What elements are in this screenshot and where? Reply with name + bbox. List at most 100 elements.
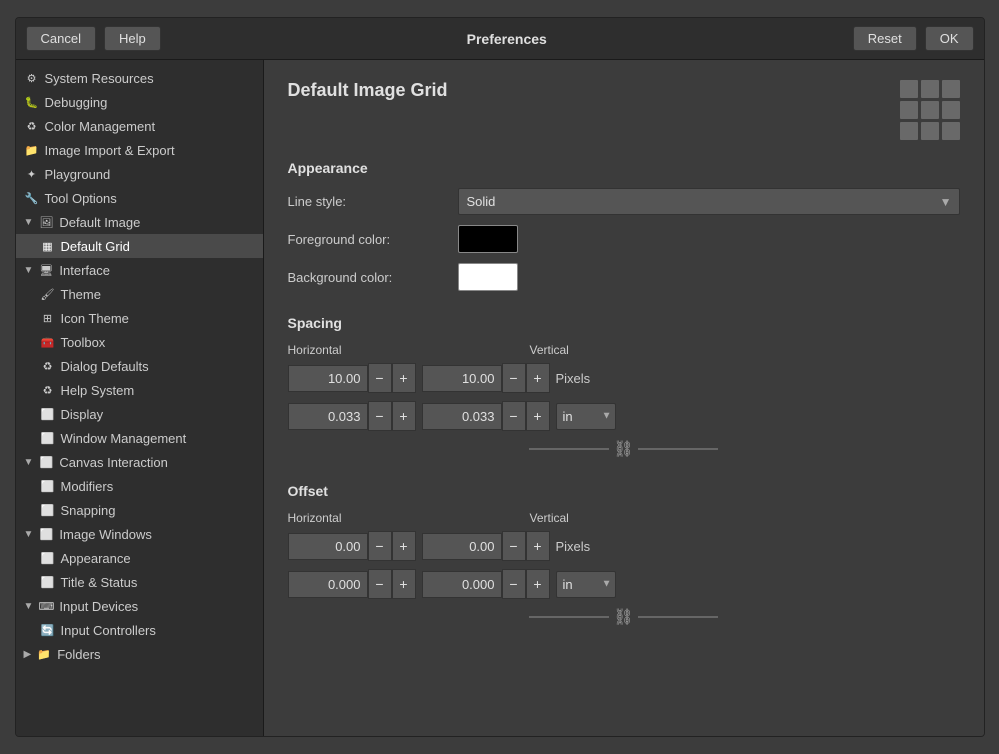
offset-v-pixels-increment[interactable]: + [526,531,550,561]
sidebar-item-default-image[interactable]: ▼ 🖼 Default Image [16,210,263,234]
sidebar-item-label: Interface [59,263,110,278]
expand-arrow-icon: ▼ [24,529,34,540]
offset-v-unit-decrement[interactable]: − [502,569,526,599]
offset-h-unit-decrement[interactable]: − [368,569,392,599]
sidebar-item-input-controllers[interactable]: 🔄 Input Controllers [16,618,263,642]
line-style-select[interactable]: Solid Dashed Dotted [458,188,960,215]
sidebar-item-label: Folders [57,647,100,662]
sidebar-item-icon-theme[interactable]: ⊞ Icon Theme [16,306,263,330]
spacing-h-unit-input[interactable] [288,403,368,430]
sidebar-item-debugging[interactable]: 🐛 Debugging [16,90,263,114]
foreground-color-label: Foreground color: [288,232,448,247]
sidebar-item-theme[interactable]: 🖌 Theme [16,282,263,306]
sidebar-item-title-status[interactable]: ⬜ Title & Status [16,570,263,594]
sidebar-item-label: Canvas Interaction [59,455,167,470]
ok-button[interactable]: OK [925,26,974,51]
spacing-unit-select[interactable]: in px mm [556,403,616,430]
system-resources-icon: ⚙ [24,70,40,86]
spacing-v-pixels-increment[interactable]: + [526,363,550,393]
spacing-h-pixels-input[interactable] [288,365,368,392]
input-controllers-icon: 🔄 [40,622,56,638]
offset-h-unit-input[interactable] [288,571,368,598]
background-color-row: Background color: [288,263,960,291]
sidebar-item-label: Display [61,407,104,422]
sidebar-item-tool-options[interactable]: 🔧 Tool Options [16,186,263,210]
grid-cell [942,80,960,98]
sidebar-item-input-devices[interactable]: ▼ ⌨ Input Devices [16,594,263,618]
expand-arrow-icon: ▼ [24,457,34,468]
sidebar-item-label: Title & Status [61,575,138,590]
sidebar-item-display[interactable]: ⬜ Display [16,402,263,426]
sidebar-item-label: Default Grid [61,239,130,254]
offset-h-unit-group: − + [288,569,416,599]
sidebar-item-system-resources[interactable]: ⚙ System Resources [16,66,263,90]
spacing-h-unit-increment[interactable]: + [392,401,416,431]
offset-h-pixels-decrement[interactable]: − [368,531,392,561]
help-button[interactable]: Help [104,26,161,51]
spacing-pixels-row: − + − + Pixels [288,363,960,393]
foreground-color-row: Foreground color: [288,225,960,253]
sidebar-item-canvas-interaction[interactable]: ▼ ⬜ Canvas Interaction [16,450,263,474]
sidebar-item-modifiers[interactable]: ⬜ Modifiers [16,474,263,498]
offset-v-unit-input[interactable] [422,571,502,598]
foreground-color-button[interactable] [458,225,518,253]
sidebar-item-label: Window Management [61,431,187,446]
offset-unit-row: − + − + in px mm ▼ [288,569,960,599]
sidebar-item-playground[interactable]: ✦ Playground [16,162,263,186]
sidebar-item-label: Image Import & Export [45,143,175,158]
appearance-icon: ⬜ [40,550,56,566]
spacing-v-unit-input[interactable] [422,403,502,430]
offset-unit-select[interactable]: in px mm [556,571,616,598]
offset-h-unit-increment[interactable]: + [392,569,416,599]
appearance-section-title: Appearance [288,160,960,176]
cancel-button[interactable]: Cancel [26,26,96,51]
canvas-interaction-icon: ⬜ [38,454,54,470]
window-management-icon: ⬜ [40,430,56,446]
grid-cell [921,101,939,119]
offset-v-pixels-input[interactable] [422,533,502,560]
sidebar-item-dialog-defaults[interactable]: ♻ Dialog Defaults [16,354,263,378]
sidebar-item-image-import-export[interactable]: 📁 Image Import & Export [16,138,263,162]
sidebar-item-color-management[interactable]: ♻ Color Management [16,114,263,138]
sidebar-item-toolbox[interactable]: 🧰 Toolbox [16,330,263,354]
spacing-v-unit-increment[interactable]: + [526,401,550,431]
default-image-icon: 🖼 [38,214,54,230]
toolbox-icon: 🧰 [40,334,56,350]
interface-icon: 🖥 [38,262,54,278]
dialog-defaults-icon: ♻ [40,358,56,374]
input-devices-icon: ⌨ [38,598,54,614]
debugging-icon: 🐛 [24,94,40,110]
offset-h-pixels-input[interactable] [288,533,368,560]
spacing-h-pixels-decrement[interactable]: − [368,363,392,393]
spacing-v-pixels-input[interactable] [422,365,502,392]
sidebar-item-folders[interactable]: ▶ 📁 Folders [16,642,263,666]
offset-v-pixels-decrement[interactable]: − [502,531,526,561]
expand-arrow-icon: ▼ [24,217,34,228]
sidebar-item-label: Icon Theme [61,311,129,326]
link-chain-icon[interactable]: ⛓ [613,439,633,459]
offset-v-unit-increment[interactable]: + [526,569,550,599]
modifiers-icon: ⬜ [40,478,56,494]
sidebar-item-appearance[interactable]: ⬜ Appearance [16,546,263,570]
offset-section: Offset Horizontal Vertical − + [288,483,960,627]
grid-cell [942,101,960,119]
horizontal-col-header: Horizontal [288,343,368,357]
sidebar-item-snapping[interactable]: ⬜ Snapping [16,498,263,522]
sidebar-item-help-system[interactable]: ♻ Help System [16,378,263,402]
offset-h-pixels-increment[interactable]: + [392,531,416,561]
titlebar: Cancel Help Preferences Reset OK [16,18,984,60]
spacing-unit-row: − + − + in px mm ▼ [288,401,960,431]
spacing-v-unit-decrement[interactable]: − [502,401,526,431]
spacing-h-pixels-increment[interactable]: + [392,363,416,393]
sidebar-item-image-windows[interactable]: ▼ ⬜ Image Windows [16,522,263,546]
sidebar-item-window-management[interactable]: ⬜ Window Management [16,426,263,450]
title-status-icon: ⬜ [40,574,56,590]
sidebar-item-default-grid[interactable]: ▦ Default Grid [16,234,263,258]
spacing-v-pixels-decrement[interactable]: − [502,363,526,393]
reset-button[interactable]: Reset [853,26,917,51]
sidebar-item-interface[interactable]: ▼ 🖥 Interface [16,258,263,282]
background-color-button[interactable] [458,263,518,291]
spacing-h-unit-decrement[interactable]: − [368,401,392,431]
sidebar-item-label: Theme [61,287,101,302]
offset-link-chain-icon[interactable]: ⛓ [613,607,633,627]
